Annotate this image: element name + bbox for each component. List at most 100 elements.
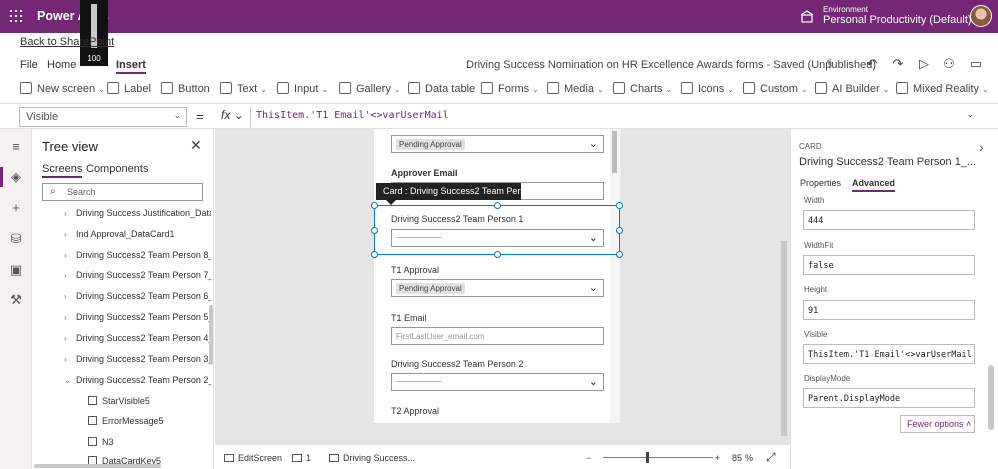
- t1-approval-dropdown[interactable]: Pending Approval ⌄: [391, 279, 604, 297]
- property-selector[interactable]: Visible ⌄: [19, 107, 187, 127]
- chevron-down-icon[interactable]: ⌄: [64, 376, 76, 385]
- resize-handle[interactable]: [371, 202, 378, 209]
- share-user-icon[interactable]: ⚇: [941, 56, 957, 72]
- canvas-scrollbar[interactable]: [779, 129, 789, 444]
- back-to-sharepoint-link[interactable]: Back to SharePoint: [20, 36, 114, 48]
- tree-node[interactable]: ⌄Driving Success2 Team Person 2_DataCard: [64, 375, 211, 395]
- tree-search-input[interactable]: ⌕ Search: [42, 183, 203, 201]
- resize-handle[interactable]: [616, 251, 623, 258]
- icons-button[interactable]: Icons ⌄: [681, 82, 734, 95]
- fx-button[interactable]: fx ⌄: [221, 108, 244, 122]
- visible-input[interactable]: ThisItem.'T1 Email'<>varUserMail: [803, 344, 975, 364]
- database-icon[interactable]: ⛁: [8, 231, 24, 247]
- chevron-right-icon[interactable]: ›: [64, 355, 76, 364]
- widthfit-input[interactable]: false: [803, 255, 975, 275]
- plus-icon[interactable]: +: [8, 200, 24, 216]
- new-screen-button[interactable]: New screen ⌄: [20, 82, 105, 95]
- resize-handle[interactable]: [371, 251, 378, 258]
- label-button[interactable]: Label: [107, 82, 151, 95]
- play-icon[interactable]: ▷: [916, 56, 932, 72]
- properties-scrollbar[interactable]: [988, 365, 994, 430]
- tree-node[interactable]: ›Driving Success2 Team Person 4_DataCard: [64, 333, 211, 353]
- tree-node[interactable]: ErrorMessage5: [88, 416, 208, 436]
- stethoscope-icon[interactable]: ⚕: [822, 56, 838, 72]
- text-icon: [220, 82, 232, 94]
- redo-icon[interactable]: ↷: [890, 56, 906, 72]
- hamburger-icon[interactable]: ≡: [8, 139, 24, 155]
- tab-properties[interactable]: Properties: [800, 178, 841, 188]
- tree-node[interactable]: ›Driving Success2 Team Person 6_DataCard: [64, 291, 211, 311]
- t1-email-input[interactable]: FirstLastUser_email.com: [391, 327, 604, 345]
- zoom-slider-thumb[interactable]: [646, 452, 649, 463]
- button-button[interactable]: Button: [161, 82, 210, 95]
- fewer-options-button[interactable]: Fewer options ˄: [900, 415, 975, 433]
- menu-file[interactable]: File: [20, 59, 38, 71]
- screen-selector[interactable]: EditScreen: [224, 453, 282, 463]
- save-icon[interactable]: ▭: [968, 56, 984, 72]
- tree-node[interactable]: ›Driving Success Justification_DataCard: [64, 208, 211, 228]
- charts-button[interactable]: Charts ⌄: [613, 82, 672, 95]
- tree-vertical-scrollbar[interactable]: [209, 305, 213, 365]
- tree-node[interactable]: ›Driving Success2 Team Person 7_DataCard: [64, 270, 211, 290]
- tree-node[interactable]: N3: [88, 437, 208, 457]
- tab-advanced[interactable]: Advanced: [852, 178, 896, 192]
- chevron-right-icon[interactable]: ›: [979, 139, 984, 155]
- zoom-in-button[interactable]: +: [715, 453, 720, 463]
- resize-handle[interactable]: [371, 227, 378, 234]
- tree-node[interactable]: ›Driving Success2 Team Person 8_DataCard: [64, 250, 211, 270]
- ai-builder-button[interactable]: AI Builder ⌄: [815, 82, 889, 95]
- resize-handle[interactable]: [616, 202, 623, 209]
- media-button[interactable]: Media ⌄: [547, 82, 604, 95]
- mixed-reality-button[interactable]: Mixed Reality ⌄: [896, 82, 989, 95]
- custom-button[interactable]: Custom ⌄: [743, 82, 808, 95]
- text-button[interactable]: Text ⌄: [220, 82, 267, 95]
- forms-button[interactable]: Forms ⌄: [481, 82, 539, 95]
- team-person-2-combobox[interactable]: ⌄: [391, 373, 604, 391]
- selected-item[interactable]: Driving Success...: [329, 453, 415, 463]
- form-scrollbar-thumb[interactable]: [612, 131, 617, 173]
- user-avatar[interactable]: [970, 5, 992, 27]
- fit-to-window-icon[interactable]: ⤢: [766, 450, 776, 465]
- chevron-right-icon[interactable]: ›: [64, 230, 76, 239]
- tab-screens[interactable]: Screens: [42, 163, 83, 178]
- tree-node[interactable]: › Ind Approval_DataCard1: [64, 229, 211, 249]
- environment-name[interactable]: Personal Productivity (Default): [823, 14, 972, 26]
- resize-handle[interactable]: [494, 202, 501, 209]
- form-scrollbar[interactable]: [610, 129, 620, 423]
- displaymode-input[interactable]: Parent.DisplayMode: [803, 388, 975, 408]
- resize-handle[interactable]: [616, 227, 623, 234]
- width-input[interactable]: 444: [803, 210, 975, 230]
- height-input[interactable]: 91: [803, 300, 975, 320]
- formula-input[interactable]: ThisItem.'T1 Email'<>varUserMail ⌄: [250, 107, 980, 127]
- tab-components[interactable]: Components: [86, 163, 148, 175]
- tree-node[interactable]: ›Driving Success2 Team Person 5_DataCard: [64, 312, 211, 332]
- item-count[interactable]: 1: [292, 453, 311, 463]
- chevron-right-icon[interactable]: ›: [64, 292, 76, 301]
- gallery-button[interactable]: Gallery ⌄: [339, 82, 401, 95]
- tree-horizontal-scrollbar[interactable]: [34, 464, 161, 468]
- resize-handle[interactable]: [494, 251, 501, 258]
- tree-node[interactable]: ›Driving Success2 Team Person 3_DataCard: [64, 354, 211, 374]
- zoom-out-button[interactable]: −: [586, 453, 591, 463]
- data-table-button[interactable]: Data table: [408, 82, 475, 95]
- input-button[interactable]: Input ⌄: [277, 82, 328, 95]
- chevron-right-icon[interactable]: ›: [64, 271, 76, 280]
- zoom-slider[interactable]: [603, 457, 713, 458]
- chevron-right-icon[interactable]: ›: [64, 334, 76, 343]
- canvas-scrollbar-thumb[interactable]: [781, 241, 787, 436]
- chevron-right-icon[interactable]: ›: [64, 209, 76, 218]
- waffle-icon[interactable]: [10, 10, 22, 22]
- tree-node[interactable]: StarVisible5: [88, 396, 208, 416]
- menu-insert[interactable]: Insert: [116, 59, 146, 74]
- layers-icon[interactable]: ◈: [0, 167, 24, 187]
- undo-icon[interactable]: ↶: [864, 56, 880, 72]
- selected-card-outline[interactable]: [371, 202, 623, 258]
- media-library-icon[interactable]: ▣: [8, 262, 24, 278]
- close-icon[interactable]: ✕: [190, 137, 202, 154]
- chevron-right-icon[interactable]: ›: [64, 313, 76, 322]
- chevron-right-icon[interactable]: ›: [64, 251, 76, 260]
- expand-formula-icon[interactable]: ⌄: [966, 109, 974, 120]
- menu-home[interactable]: Home: [47, 59, 76, 71]
- status-dropdown[interactable]: Pending Approval ⌄: [391, 135, 604, 153]
- tools-icon[interactable]: ⚒: [8, 292, 24, 308]
